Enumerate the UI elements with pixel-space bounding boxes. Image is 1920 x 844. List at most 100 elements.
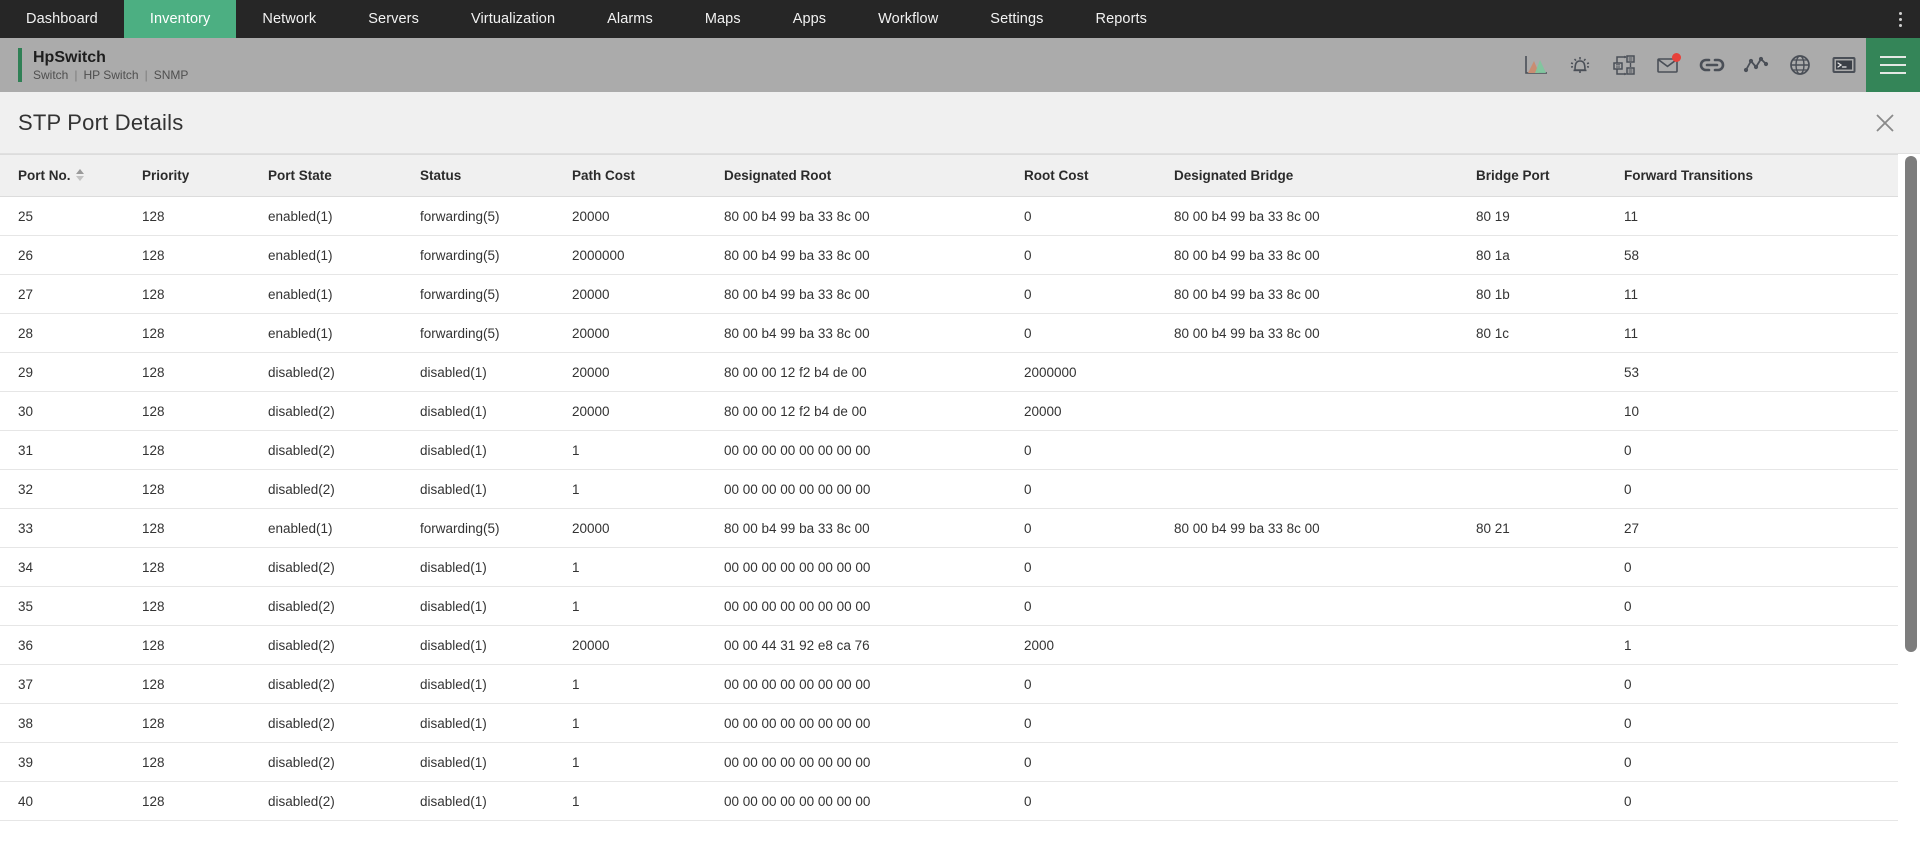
main-menu-icon[interactable] (1866, 38, 1920, 92)
cell-port-no: 29 (0, 352, 126, 392)
sort-arrows-icon[interactable] (75, 169, 84, 182)
close-icon[interactable] (1870, 108, 1900, 138)
table-row[interactable]: 32 128 disabled(2) disabled(1) 1 00 00 00 00 … (0, 469, 1898, 509)
nav-item-reports[interactable]: Reports (1070, 0, 1173, 38)
workflow-icon[interactable] (1602, 38, 1646, 92)
column-header-label: Port No. (18, 168, 71, 183)
cell-port-state: enabled(1) (252, 196, 404, 236)
cell-designated-bridge: 80 00 b4 99 ba 33 8c 00 (1158, 508, 1460, 548)
terminal-icon[interactable] (1822, 38, 1866, 92)
column-header-status[interactable]: Status (404, 154, 556, 197)
table-row[interactable]: 38 128 disabled(2) disabled(1) 1 00 00 00 00 … (0, 703, 1898, 743)
table-row[interactable]: 28 128 enabled(1) forwarding(5) 20000 80 00 b… (0, 313, 1898, 353)
nav-item-dashboard[interactable]: Dashboard (0, 0, 124, 38)
table-row[interactable]: 35 128 disabled(2) disabled(1) 1 00 00 00 00 … (0, 586, 1898, 626)
column-header-priority[interactable]: Priority (126, 154, 252, 197)
device-header-bar: HpSwitch Switch | HP Switch | SNMP (0, 38, 1920, 92)
table-row[interactable]: 29 128 disabled(2) disabled(1) 20000 80 00 00… (0, 352, 1898, 392)
cell-port-no: 38 (0, 703, 126, 743)
nav-item-network[interactable]: Network (236, 0, 342, 38)
nav-item-settings[interactable]: Settings (964, 0, 1069, 38)
cell-designated-bridge (1158, 391, 1460, 431)
cell-priority: 128 (126, 196, 252, 236)
cell-port-state: disabled(2) (252, 352, 404, 392)
table-row[interactable]: 31 128 disabled(2) disabled(1) 1 00 00 00 00 … (0, 430, 1898, 470)
cell-path-cost: 20000 (556, 313, 708, 353)
column-header-label: Forward Transitions (1624, 168, 1754, 183)
vertical-scrollbar-thumb[interactable] (1905, 156, 1917, 652)
cell-port-state: disabled(2) (252, 781, 404, 821)
cell-priority: 128 (126, 742, 252, 782)
cell-root-cost: 0 (1008, 469, 1158, 509)
mail-icon[interactable] (1646, 38, 1690, 92)
nav-item-maps[interactable]: Maps (679, 0, 767, 38)
cell-status: forwarding(5) (404, 508, 556, 548)
device-protocol: SNMP (153, 67, 189, 82)
cell-designated-bridge (1158, 469, 1460, 509)
cell-forward-transitions: 0 (1608, 664, 1898, 704)
table-row[interactable]: 39 128 disabled(2) disabled(1) 1 00 00 00 00 … (0, 742, 1898, 782)
cell-bridge-port (1460, 586, 1608, 626)
cell-port-no: 30 (0, 391, 126, 431)
cell-designated-root: 00 00 00 00 00 00 00 00 (708, 430, 1008, 470)
vertical-scrollbar[interactable] (1905, 154, 1917, 828)
alarm-bell-icon[interactable] (1558, 38, 1602, 92)
table-row[interactable]: 40 128 disabled(2) disabled(1) 1 00 00 00 00 … (0, 781, 1898, 821)
cell-status: disabled(1) (404, 586, 556, 626)
link-chain-icon[interactable] (1690, 38, 1734, 92)
column-header-designated-bridge[interactable]: Designated Bridge (1158, 154, 1460, 197)
cell-designated-bridge: 80 00 b4 99 ba 33 8c 00 (1158, 235, 1460, 275)
cell-designated-bridge (1158, 352, 1460, 392)
kebab-dot-2 (1898, 17, 1902, 21)
cell-status: disabled(1) (404, 469, 556, 509)
cell-path-cost: 20000 (556, 625, 708, 665)
cell-designated-root: 80 00 b4 99 ba 33 8c 00 (708, 196, 1008, 236)
column-header-forward-transitions[interactable]: Forward Transitions (1608, 154, 1898, 197)
nav-item-virtualization[interactable]: Virtualization (445, 0, 581, 38)
cell-port-state: enabled(1) (252, 274, 404, 314)
table-row[interactable]: 30 128 disabled(2) disabled(1) 20000 80 00 00… (0, 391, 1898, 431)
table-row[interactable]: 26 128 enabled(1) forwarding(5) 2000000 80 00… (0, 235, 1898, 275)
table-header-row: Port No. Priority Port State Status Path Cos… (0, 154, 1898, 197)
nav-item-servers[interactable]: Servers (342, 0, 445, 38)
cell-port-state: enabled(1) (252, 508, 404, 548)
table-row[interactable]: 25 128 enabled(1) forwarding(5) 20000 80 00 b… (0, 196, 1898, 236)
table-row[interactable]: 36 128 disabled(2) disabled(1) 20000 00 00 44… (0, 625, 1898, 665)
cell-designated-root: 80 00 00 12 f2 b4 de 00 (708, 391, 1008, 431)
column-header-port-no[interactable]: Port No. (0, 154, 126, 197)
table-row[interactable]: 27 128 enabled(1) forwarding(5) 20000 80 00 b… (0, 274, 1898, 314)
monitor-trend-icon[interactable] (1734, 38, 1778, 92)
column-header-label: Designated Root (724, 168, 832, 183)
cell-root-cost: 0 (1008, 196, 1158, 236)
cell-port-state: disabled(2) (252, 703, 404, 743)
cell-priority: 128 (126, 235, 252, 275)
table-row[interactable]: 37 128 disabled(2) disabled(1) 1 00 00 00 00 … (0, 664, 1898, 704)
cell-priority: 128 (126, 586, 252, 626)
nav-item-alarms[interactable]: Alarms (581, 0, 679, 38)
cell-designated-bridge (1158, 430, 1460, 470)
cell-port-state: disabled(2) (252, 547, 404, 587)
cell-path-cost: 1 (556, 469, 708, 509)
table-row[interactable]: 34 128 disabled(2) disabled(1) 1 00 00 00 00 … (0, 547, 1898, 587)
cell-path-cost: 1 (556, 547, 708, 587)
cell-status: disabled(1) (404, 430, 556, 470)
column-header-port-state[interactable]: Port State (252, 154, 404, 197)
nav-item-inventory[interactable]: Inventory (123, 0, 237, 38)
cell-bridge-port (1460, 742, 1608, 782)
globe-icon[interactable] (1778, 38, 1822, 92)
top-navigation-bar: Dashboard Inventory Network Servers Virtuali… (0, 0, 1920, 38)
column-header-designated-root[interactable]: Designated Root (708, 154, 1008, 197)
nav-item-apps[interactable]: Apps (767, 0, 852, 38)
cell-status: forwarding(5) (404, 235, 556, 275)
table-row[interactable]: 33 128 enabled(1) forwarding(5) 20000 80 00 b… (0, 508, 1898, 548)
overflow-menu-icon[interactable] (1880, 0, 1920, 38)
cell-bridge-port (1460, 664, 1608, 704)
column-header-bridge-port[interactable]: Bridge Port (1460, 154, 1608, 197)
nav-item-workflow[interactable]: Workflow (852, 0, 964, 38)
column-header-root-cost[interactable]: Root Cost (1008, 154, 1158, 197)
cell-designated-root: 80 00 b4 99 ba 33 8c 00 (708, 274, 1008, 314)
performance-chart-icon[interactable] (1514, 38, 1558, 92)
cell-bridge-port: 80 21 (1460, 508, 1608, 548)
column-header-path-cost[interactable]: Path Cost (556, 154, 708, 197)
cell-designated-root: 00 00 44 31 92 e8 ca 76 (708, 625, 1008, 665)
